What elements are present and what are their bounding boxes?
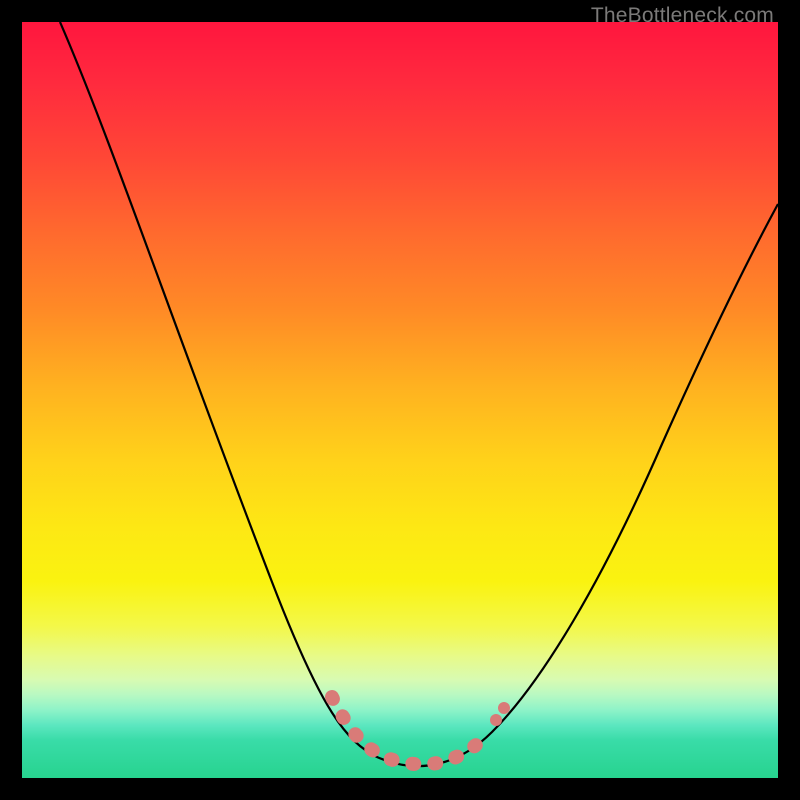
bottleneck-curve (22, 22, 778, 778)
sweet-spot-highlight (332, 697, 490, 764)
sweet-spot-dots (490, 702, 510, 726)
curve-path (60, 22, 778, 766)
chart-frame (22, 22, 778, 778)
watermark-text: TheBottleneck.com (591, 4, 774, 28)
